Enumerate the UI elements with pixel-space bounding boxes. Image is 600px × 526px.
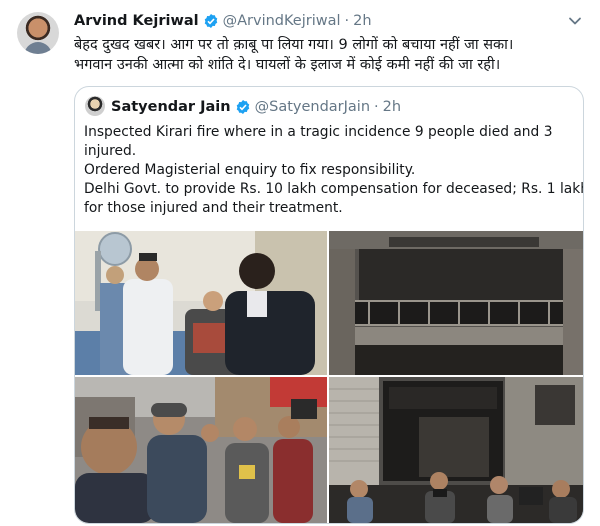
author-avatar[interactable]	[17, 12, 59, 54]
quoted-text-line: Delhi Govt. to provide Rs. 10 lakh compe…	[84, 181, 584, 197]
quoted-author-handle[interactable]: @SatyendarJain	[255, 99, 370, 115]
tweet-timestamp[interactable]: 2h	[353, 13, 371, 29]
tweet-text-line: भगवान उनकी आत्मा को शांति दे। घायलों के …	[74, 57, 501, 73]
verified-badge-icon	[235, 99, 251, 115]
photo-hospital-visit[interactable]	[75, 231, 327, 375]
separator-dot: ·	[374, 99, 379, 115]
quoted-author-avatar[interactable]	[85, 96, 105, 116]
separator-dot: ·	[344, 13, 350, 29]
quoted-author-name[interactable]: Satyendar Jain	[111, 99, 231, 115]
author-name[interactable]: Arvind Kejriwal	[74, 13, 199, 29]
quoted-text-line: for those injured and their treatment.	[84, 200, 343, 216]
quoted-tweet-header: Satyendar Jain @SatyendarJain · 2h	[111, 96, 401, 118]
quoted-text-line: Inspected Kirari fire where in a tragic …	[84, 124, 553, 140]
quoted-text-line: Ordered Magisterial enquiry to fix respo…	[84, 162, 416, 178]
tweet[interactable]: Arvind Kejriwal @ArvindKejriwal · 2h बेह…	[0, 0, 600, 526]
quoted-text-line: injured.	[84, 143, 137, 159]
author-handle[interactable]: @ArvindKejriwal	[223, 13, 341, 29]
chevron-down-icon[interactable]	[566, 12, 584, 30]
tweet-text-line: बेहद दुखद खबर। आग पर तो क़ाबू पा लिया गय…	[74, 37, 514, 53]
tweet-header: Arvind Kejriwal @ArvindKejriwal · 2h	[74, 10, 372, 32]
photo-fire-damage-crowd[interactable]	[329, 377, 583, 523]
quoted-timestamp[interactable]: 2h	[383, 99, 401, 115]
verified-badge-icon	[203, 13, 219, 29]
photo-crowd-officials[interactable]	[75, 377, 327, 523]
photo-burnt-building[interactable]	[329, 231, 583, 375]
quoted-tweet[interactable]: Satyendar Jain @SatyendarJain · 2h Inspe…	[74, 86, 584, 524]
